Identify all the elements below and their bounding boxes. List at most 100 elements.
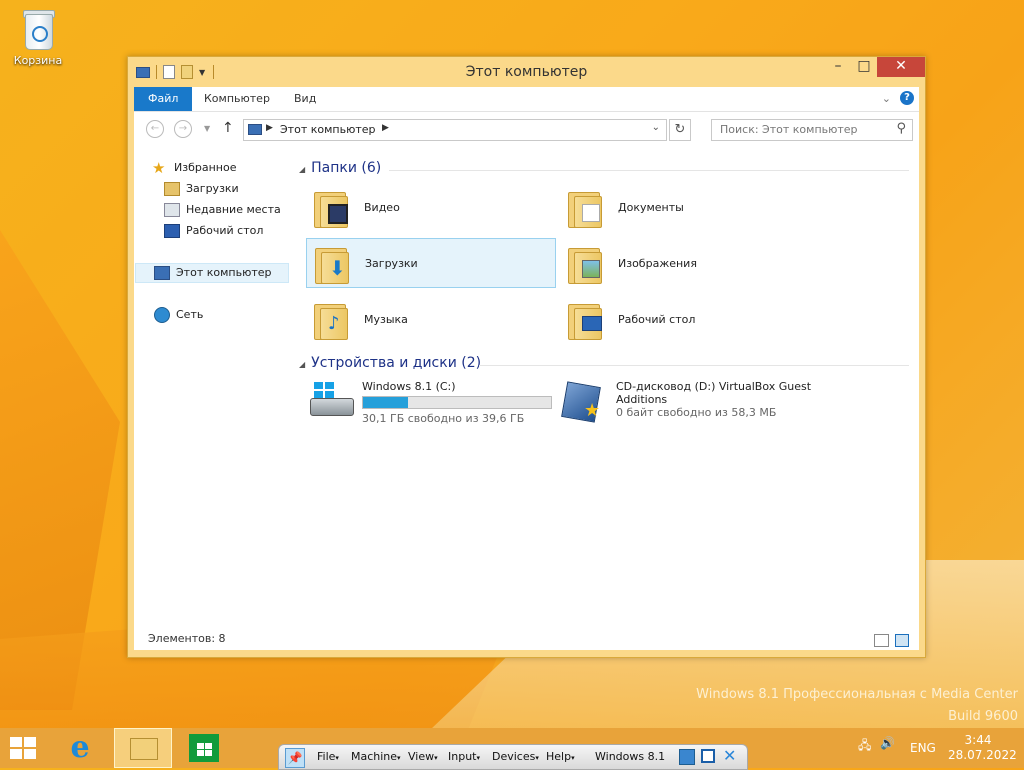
group-header-label: Устройства и диски (2) <box>311 355 482 371</box>
vbox-menu-devices[interactable]: Devices▾ <box>492 750 539 763</box>
refresh-button[interactable]: ↻ <box>669 119 691 141</box>
recycle-bin-icon <box>21 8 55 50</box>
folder-tile[interactable]: Рабочий стол <box>560 294 810 344</box>
sidebar-item-label: Загрузки <box>186 182 239 195</box>
sidebar-item-favorites[interactable]: ★ Избранное <box>152 158 236 178</box>
network-tray-icon[interactable]: 🖧 <box>858 736 871 757</box>
folder-label: Загрузки <box>365 256 418 270</box>
help-icon[interactable]: ? <box>900 91 914 105</box>
computer-icon <box>248 124 262 135</box>
recent-locations-icon[interactable]: ▼ <box>204 124 210 133</box>
folder-tile[interactable]: ♪ Музыка <box>306 294 556 344</box>
folder-tile[interactable]: ⬇ Загрузки <box>306 238 556 288</box>
store-icon[interactable] <box>189 734 219 762</box>
tab-computer[interactable]: Компьютер <box>190 87 284 111</box>
vbox-menu-input[interactable]: Input▾ <box>448 750 480 763</box>
group-header-drives[interactable]: ◢ Устройства и диски (2) <box>299 355 914 375</box>
sidebar-item-this-pc[interactable]: Этот компьютер <box>135 263 289 283</box>
drive-usage-fill <box>363 397 409 408</box>
sidebar-item-downloads[interactable]: Загрузки <box>164 179 239 199</box>
internet-explorer-icon[interactable]: e <box>62 731 98 767</box>
folder-label: Видео <box>364 200 400 214</box>
status-bar: Элементов: 8 <box>134 632 919 650</box>
collapse-icon[interactable]: ◢ <box>299 165 305 174</box>
music-folder-icon: ♪ <box>314 298 348 340</box>
tab-file[interactable]: Файл <box>134 87 193 111</box>
sidebar-item-recent[interactable]: Недавние места <box>164 200 281 220</box>
sidebar-item-desktop[interactable]: Рабочий стол <box>164 221 263 241</box>
drive-tile[interactable]: Windows 8.1 (C:) 30,1 ГБ свободно из 39,… <box>306 380 552 425</box>
pin-icon[interactable]: 📌 <box>285 748 305 768</box>
maximize-button[interactable]: □ <box>851 57 877 77</box>
vbox-menu-machine[interactable]: Machine▾ <box>351 750 401 763</box>
details-view-icon[interactable] <box>874 634 889 647</box>
folder-icon <box>130 738 158 760</box>
folder-label: Изображения <box>618 256 697 270</box>
vbox-vm-title: Windows 8.1 <box>595 750 666 763</box>
computer-icon <box>154 266 170 280</box>
vbox-menu-file[interactable]: File▾ <box>317 750 339 763</box>
folder-tile[interactable]: Видео <box>306 182 556 232</box>
group-header-folders[interactable]: ◢ Папки (6) <box>299 160 914 180</box>
folder-label: Рабочий стол <box>618 312 696 326</box>
chevron-down-icon[interactable]: ⌄ <box>652 122 660 133</box>
collapse-icon[interactable]: ◢ <box>299 360 305 369</box>
star-icon: ★ <box>152 159 166 177</box>
watermark-line: Windows 8.1 Профессиональная с Media Cen… <box>696 687 1018 702</box>
folder-tile[interactable]: Изображения <box>560 238 810 288</box>
clock[interactable]: 3:44 28.07.2022 <box>948 733 1017 763</box>
drive-free-space: 30,1 ГБ свободно из 39,6 ГБ <box>362 412 525 425</box>
vbox-menu-help[interactable]: Help▾ <box>546 750 575 763</box>
sidebar-item-network[interactable]: Сеть <box>154 305 203 325</box>
items-count: Элементов: 8 <box>148 632 226 645</box>
minimize-button[interactable]: – <box>825 57 851 77</box>
group-header-label: Папки (6) <box>311 160 382 176</box>
search-icon[interactable]: ⚲ <box>896 121 906 136</box>
watermark-line: Build 9600 <box>948 709 1018 724</box>
navigation-bar: ← → ▼ ↑ ▶ Этот компьютер ▶ ⌄ ↻ Поиск: Эт… <box>134 112 919 146</box>
drive-tile[interactable]: ★ CD-дисковод (D:) VirtualBox Guest Addi… <box>560 380 811 423</box>
search-input[interactable]: Поиск: Этот компьютер ⚲ <box>711 119 913 141</box>
virtualbox-menu-bar: 📌 File▾ Machine▾ View▾ Input▾ Devices▾ H… <box>278 744 748 770</box>
start-button[interactable] <box>10 737 38 761</box>
pictures-folder-icon <box>568 242 602 284</box>
navigation-pane: ★ Избранное Загрузки Недавние места Рабо… <box>134 146 294 632</box>
minimize-vm-icon[interactable] <box>679 749 695 765</box>
folder-label: Музыка <box>364 312 408 326</box>
close-button[interactable]: ✕ <box>877 57 925 77</box>
vbox-menu-view[interactable]: View▾ <box>408 750 438 763</box>
divider <box>479 365 909 366</box>
address-bar[interactable]: ▶ Этот компьютер ▶ ⌄ <box>243 119 667 141</box>
tiles-view-icon[interactable] <box>895 634 909 647</box>
expand-ribbon-icon[interactable]: ⌄ <box>882 92 891 105</box>
forward-button[interactable]: → <box>174 120 192 138</box>
window-title: Этот компьютер <box>465 64 588 80</box>
network-icon <box>154 307 170 323</box>
back-button[interactable]: ← <box>146 120 164 138</box>
tab-view[interactable]: Вид <box>280 87 330 111</box>
clock-date: 28.07.2022 <box>948 748 1017 762</box>
title-bar[interactable]: ▼ Этот компьютер – □ ✕ <box>128 57 925 87</box>
hard-drive-icon <box>306 380 356 422</box>
ribbon: Файл Компьютер Вид ⌄ ? <box>134 87 919 112</box>
volume-tray-icon[interactable]: 🔊 <box>880 736 895 750</box>
breadcrumb-arrow-icon[interactable]: ▶ <box>266 123 273 133</box>
recent-places-icon <box>164 203 180 217</box>
drive-label-continued: Additions <box>616 393 668 406</box>
sidebar-item-label: Избранное <box>174 161 237 174</box>
recycle-bin-shortcut[interactable]: Корзина <box>10 8 66 67</box>
restore-vm-icon[interactable] <box>701 749 715 763</box>
language-indicator[interactable]: ENG <box>910 741 936 755</box>
breadcrumb[interactable]: Этот компьютер <box>280 123 376 136</box>
folder-tile[interactable]: Документы <box>560 182 810 232</box>
breadcrumb-arrow-icon[interactable]: ▶ <box>382 123 389 133</box>
desktop-folder-icon <box>568 298 602 340</box>
recycle-bin-label: Корзина <box>13 54 63 67</box>
content-pane: ◢ Папки (6) Видео Документы ⬇ Загрузки Из… <box>299 146 914 632</box>
sidebar-item-label: Рабочий стол <box>186 224 264 237</box>
file-explorer-taskbar-button[interactable] <box>114 728 172 768</box>
video-folder-icon <box>314 186 348 228</box>
divider <box>389 170 909 171</box>
close-vm-icon[interactable]: ✕ <box>723 748 737 764</box>
up-button[interactable]: ↑ <box>222 120 234 136</box>
